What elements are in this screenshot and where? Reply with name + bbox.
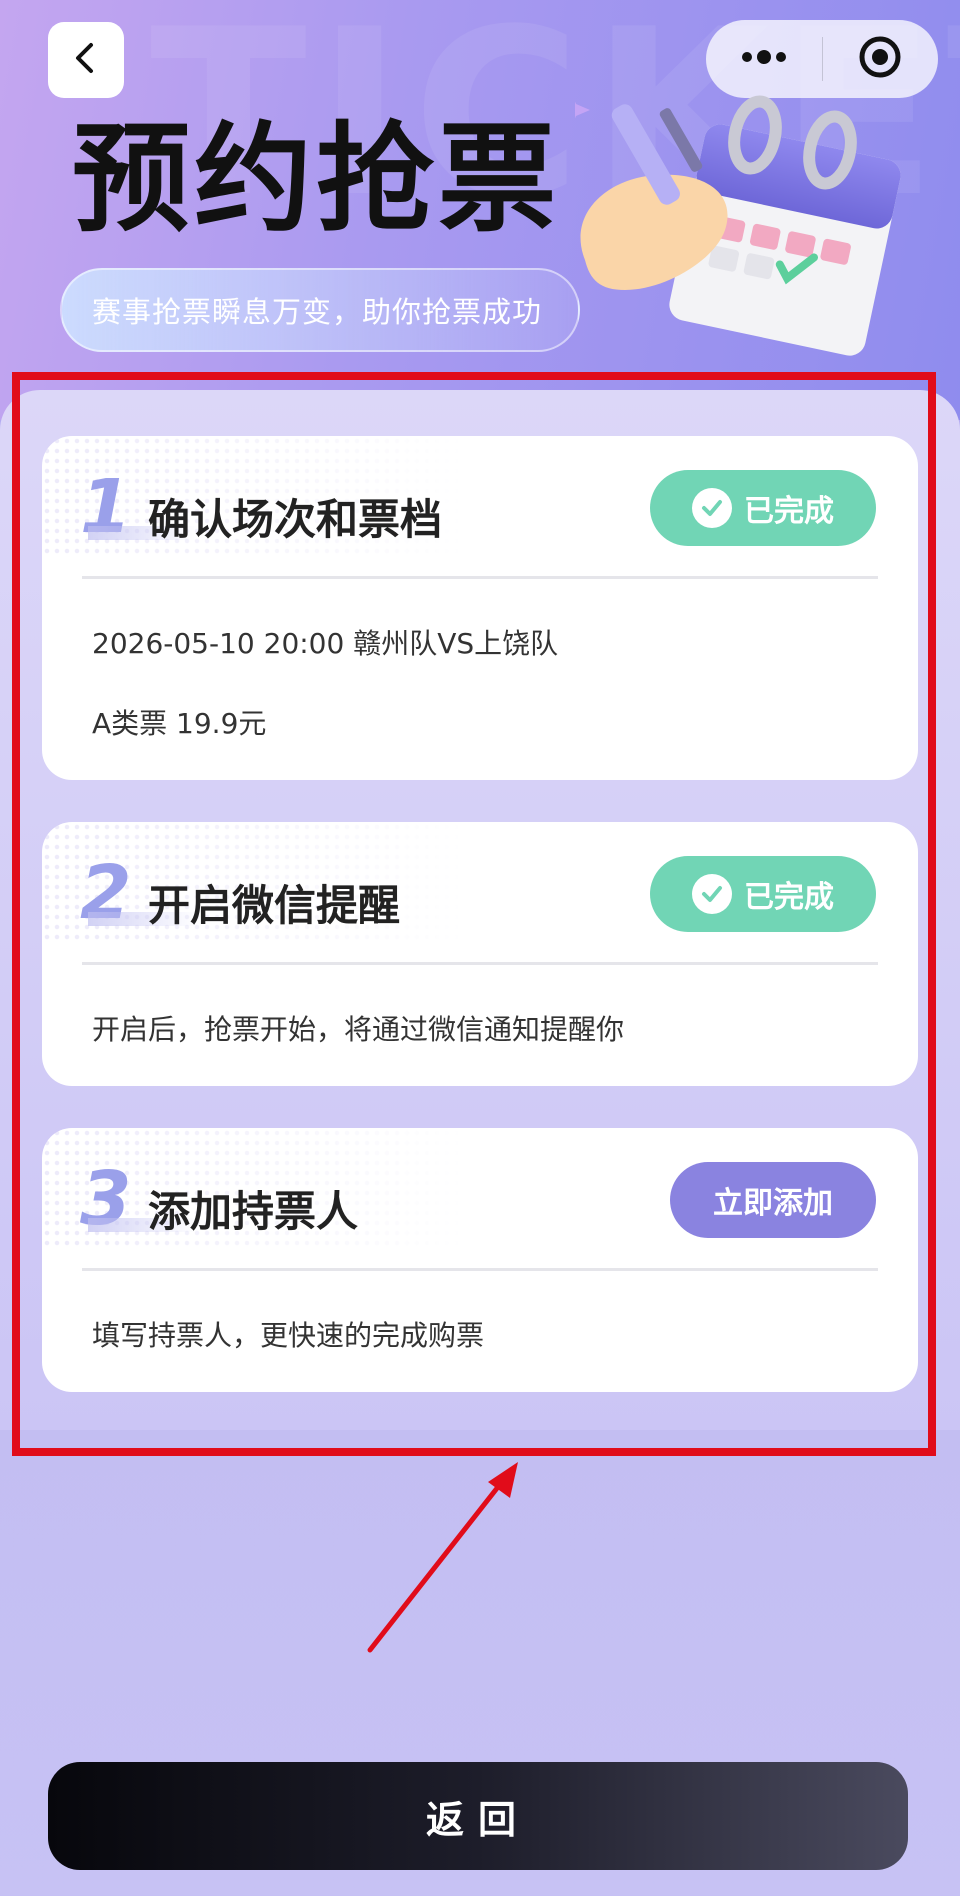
check-icon — [692, 874, 732, 914]
chevron-left-icon — [69, 41, 103, 79]
ticket-holder-description: 填写持票人，更快速的完成购票 — [92, 1319, 485, 1352]
step-card-3: 3 添加持票人 立即添加 填写持票人，更快速的完成购票 — [42, 1128, 918, 1392]
back-button[interactable] — [48, 22, 124, 98]
completed-badge-label: 已完成 — [744, 880, 834, 915]
annotation-arrow — [367, 1462, 518, 1653]
completed-badge: 已完成 — [650, 856, 876, 932]
calendar-hand-illustration — [575, 95, 901, 356]
card-divider — [82, 1268, 878, 1271]
card-divider — [82, 962, 878, 965]
page-title: 预约抢票 — [72, 110, 561, 248]
completed-badge: 已完成 — [650, 470, 876, 546]
page-subtitle-text: 赛事抢票瞬息万变，助你抢票成功 — [92, 295, 543, 329]
page-subtitle: 赛事抢票瞬息万变，助你抢票成功 — [60, 268, 580, 352]
card-divider — [82, 576, 878, 579]
reminder-description: 开启后，抢票开始，将通过微信通知提醒你 — [92, 1013, 625, 1046]
step-number: 3 — [80, 1156, 197, 1242]
match-info: 2026-05-10 20:00 赣州队VS上饶队 — [92, 627, 559, 660]
step-title: 确认场次和票档 — [148, 495, 443, 544]
step-card-1: 1 确认场次和票档 已完成 2026-05-10 20:00 赣州队VS上饶队 … — [42, 436, 918, 780]
step-number: 1 — [80, 464, 197, 550]
completed-badge-label: 已完成 — [744, 494, 834, 529]
step-title: 添加持票人 — [148, 1187, 359, 1236]
ticket-tier-price: A类票 19.9元 — [92, 707, 267, 740]
step-card-2: 2 开启微信提醒 已完成 开启后，抢票开始，将通过微信通知提醒你 — [42, 822, 918, 1086]
step-title: 开启微信提醒 — [148, 881, 401, 930]
add-ticket-holder-button[interactable]: 立即添加 — [670, 1162, 876, 1238]
check-icon — [692, 488, 732, 528]
return-button[interactable]: 返回 — [48, 1762, 908, 1870]
step-number: 2 — [80, 850, 197, 936]
